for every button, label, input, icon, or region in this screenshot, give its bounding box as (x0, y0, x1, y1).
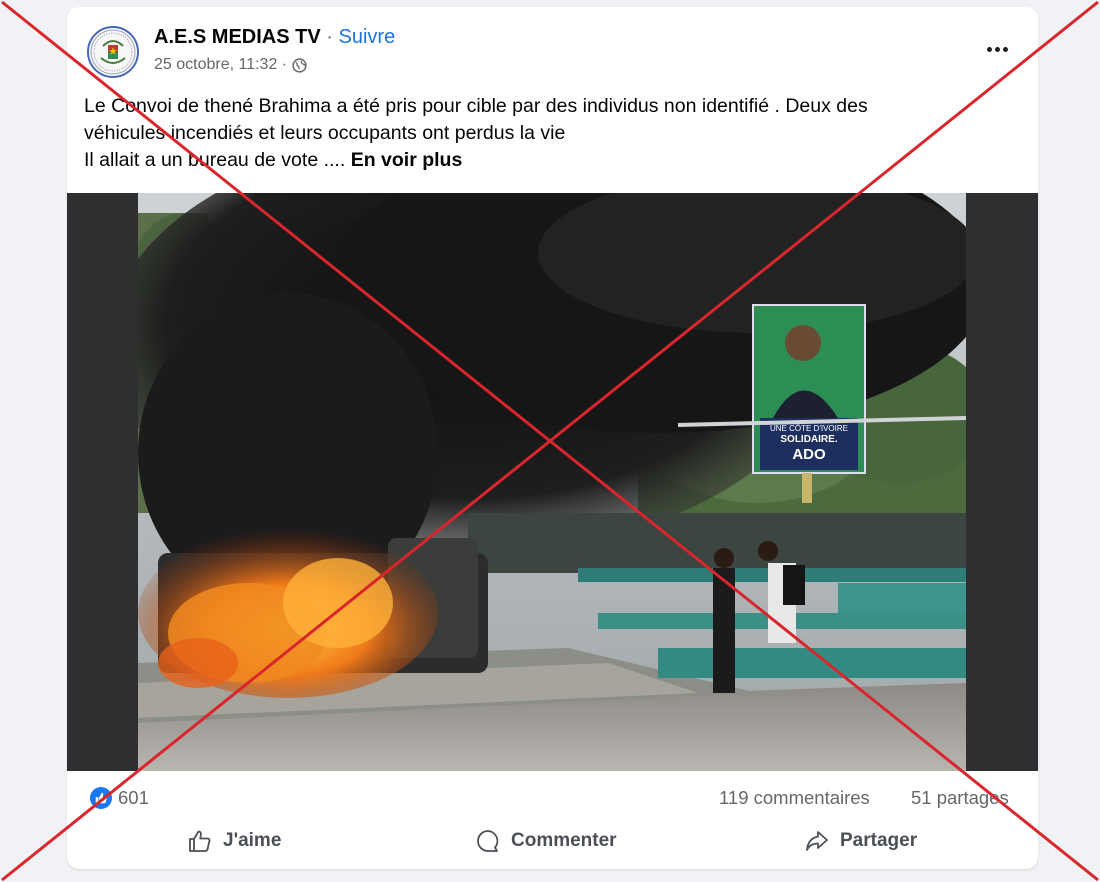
comment-button[interactable]: Commenter (475, 819, 617, 863)
page-avatar[interactable] (87, 26, 139, 78)
more-options-icon[interactable] (982, 39, 1012, 59)
likes-count[interactable]: 601 (118, 787, 149, 809)
like-reaction-icon[interactable] (90, 787, 112, 809)
follow-button[interactable]: Suivre (339, 26, 396, 48)
post-text-line-3-body: Il allait a un bureau de vote .... (84, 149, 346, 171)
share-arrow-icon (806, 831, 828, 851)
post-photo[interactable]: UNE CÔTE D'IVOIRE SOLIDAIRE. ADO (138, 193, 966, 771)
share-button[interactable]: Partager (804, 819, 917, 863)
shares-count[interactable]: 51 partages (911, 787, 1009, 809)
thumbs-up-outline-icon (189, 830, 211, 852)
see-more-link[interactable]: En voir plus (351, 149, 463, 171)
comments-count[interactable]: 119 commentaires (719, 787, 870, 809)
thumbs-up-icon (95, 792, 107, 804)
like-label: J'aime (223, 830, 282, 851)
page-name-line: A.E.S MEDIAS TV · Suivre (154, 26, 395, 49)
post-text-line-2: véhicules incendiés et leurs occupants o… (84, 122, 566, 144)
comment-bubble-icon (477, 830, 499, 852)
post-actions: J'aime Commenter Partager (67, 819, 1038, 863)
billboard-text-3: ADO (792, 446, 826, 463)
post-media[interactable]: UNE CÔTE D'IVOIRE SOLIDAIRE. ADO (67, 193, 1038, 771)
globe-icon (292, 57, 307, 73)
post-meta: 25 octobre, 11:32 · (154, 56, 307, 74)
billboard-text-2: SOLIDAIRE. (780, 434, 837, 445)
post-text: Le Convoi de thené Brahima a été pris po… (84, 93, 1024, 174)
like-button[interactable]: J'aime (187, 819, 281, 863)
post-stats: 601 119 commentaires 51 partages (67, 785, 1038, 815)
emblem-icon (90, 29, 136, 75)
billboard-text-1: UNE CÔTE D'IVOIRE (770, 424, 848, 433)
post-text-line-1: Le Convoi de thené Brahima a été pris po… (84, 95, 868, 117)
share-label: Partager (840, 830, 918, 851)
post-text-line-3: Il allait a un bureau de vote .... En vo… (84, 147, 1024, 174)
post-header: A.E.S MEDIAS TV · Suivre 25 octobre, 11:… (67, 7, 1038, 89)
facebook-post: A.E.S MEDIAS TV · Suivre 25 octobre, 11:… (67, 7, 1038, 869)
post-date[interactable]: 25 octobre, 11:32 · (154, 56, 287, 74)
page-name[interactable]: A.E.S MEDIAS TV (154, 26, 321, 48)
comment-label: Commenter (511, 830, 617, 851)
name-separator: · (326, 26, 333, 48)
